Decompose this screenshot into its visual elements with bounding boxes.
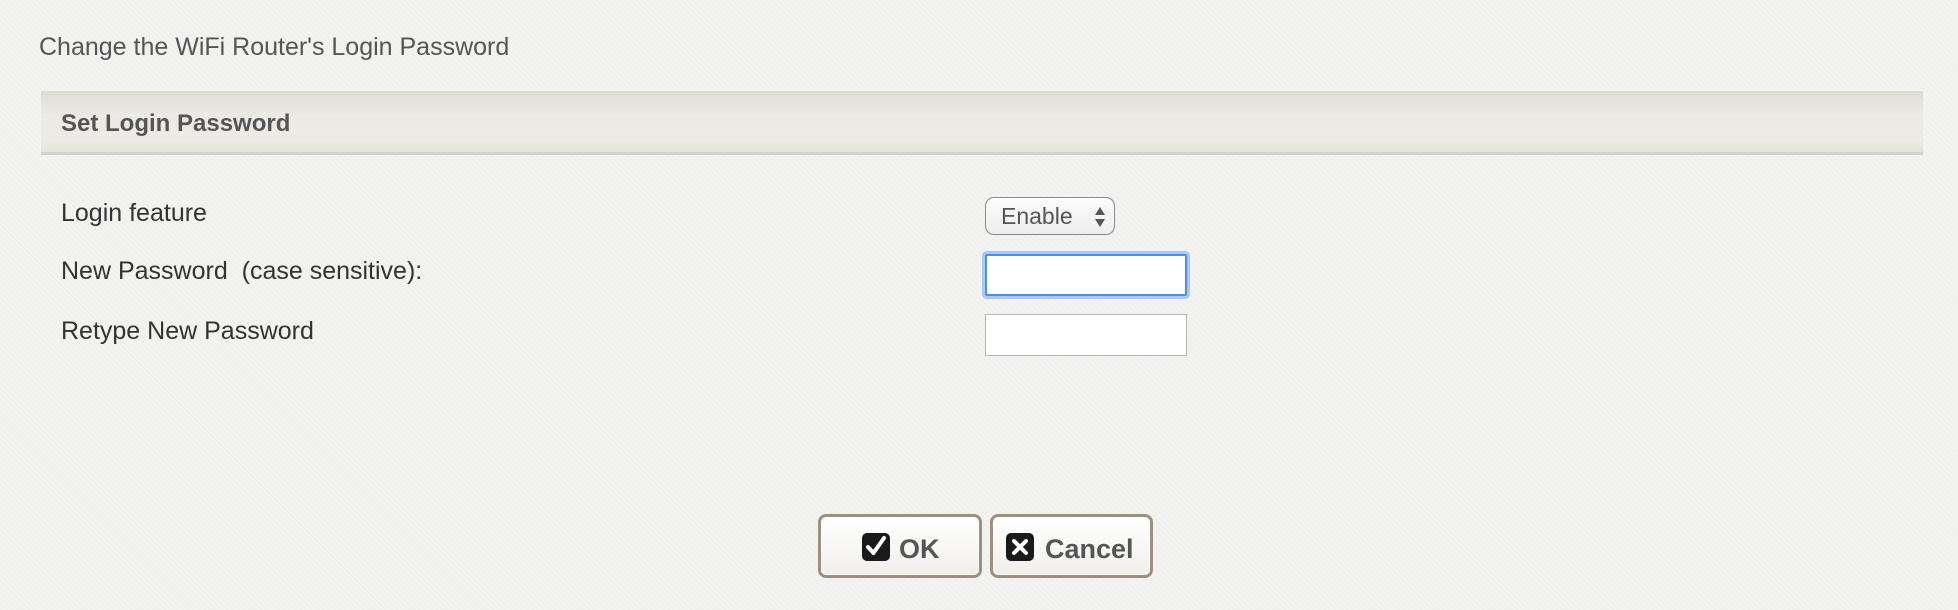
retype-password-label: Retype New Password (61, 317, 314, 345)
login-feature-select[interactable]: Enable (985, 197, 1115, 235)
login-feature-select-value: Enable (1001, 203, 1073, 229)
login-feature-label: Login feature (61, 199, 207, 227)
close-icon (1006, 533, 1034, 561)
section-header: Set Login Password (41, 91, 1923, 155)
page-title: Change the WiFi Router's Login Password (39, 33, 510, 61)
retype-password-input[interactable] (985, 314, 1187, 356)
new-password-input[interactable] (985, 254, 1187, 296)
new-password-label: New Password (case sensitive): (61, 257, 423, 285)
ok-button[interactable]: OK (818, 514, 982, 578)
checkmark-icon (862, 533, 890, 561)
updown-arrows-icon (1095, 207, 1105, 227)
cancel-button-label: Cancel (1045, 534, 1134, 564)
ok-button-label: OK (899, 534, 940, 564)
cancel-button[interactable]: Cancel (990, 514, 1153, 578)
section-title: Set Login Password (61, 110, 291, 137)
